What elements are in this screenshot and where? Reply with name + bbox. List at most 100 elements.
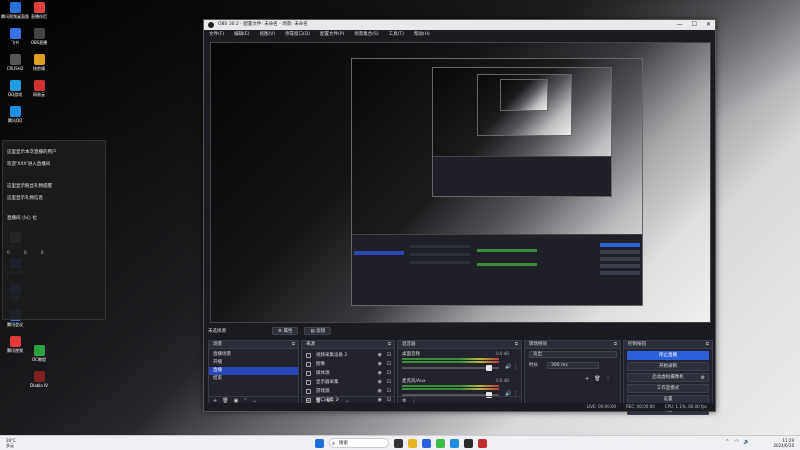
menu-help[interactable]: 帮助(H) [414,30,430,40]
desktop-icon[interactable]: 腾讯QQ [0,106,30,123]
maximize-button[interactable]: ☐ [692,20,697,30]
visibility-icon[interactable]: ◉ [378,360,382,369]
menu-tools[interactable]: 工具(T) [389,30,404,40]
volume-meter [402,358,499,360]
volume-fader[interactable] [402,365,499,371]
visibility-icon[interactable]: ◉ [378,351,382,360]
desktop-icon[interactable]: OC教程 [24,345,54,362]
channel-db: 0.0 dB [496,378,509,383]
preview-canvas[interactable] [210,42,711,323]
cpu-status: CPU: 1.1%, 60.00 fps [664,404,707,409]
properties-button[interactable]: ⚙ 属性 [272,327,299,335]
chevron-up-icon[interactable]: ⌃ [725,439,729,445]
transition-actions: + 🗑 ⋮ [585,376,611,382]
file-explorer-icon[interactable] [408,438,417,448]
dock-menu-icon[interactable]: ⧉ [515,341,518,349]
desktop-icon[interactable]: 直播伴侣 [24,2,54,19]
source-item[interactable]: 图像 ◉ ⊡ [302,360,394,369]
lock-icon[interactable]: ⊡ [387,360,391,369]
fader-knob[interactable] [485,365,492,371]
app-icon [9,2,21,13]
lock-icon[interactable]: ⊡ [387,378,391,387]
dock-menu-icon[interactable]: ⧉ [706,341,709,349]
nested-meter [477,263,537,266]
volume-icon[interactable]: 🔈 [744,439,750,445]
obs-taskbar-icon[interactable] [464,438,473,448]
duration-input[interactable]: 300 ms [547,362,599,369]
scene-item-selected[interactable]: 直播 [209,367,298,375]
dock-menu-icon[interactable]: ⧉ [614,341,617,349]
audio-mixer-dock: 混音器 ⧉ 桌面音频 0.0 dB 🔊 ⋮ 麦克风/Aux 0.0 dB 🔊 ⋮ … [397,340,522,406]
remove-transition-icon[interactable]: 🗑 [594,376,600,382]
chat-line: 这里显示粉丝礼物提醒 [7,184,52,189]
lock-icon[interactable]: ⊡ [387,351,391,360]
add-transition-icon[interactable]: + [585,376,589,382]
gear-icon[interactable]: ⚙ [701,374,705,382]
volume-meter [402,385,499,387]
start-recording-button[interactable]: 开始录制 [627,362,709,371]
menu-edit[interactable]: 编辑(E) [234,30,249,40]
menu-file[interactable]: 文件(F) [209,30,224,40]
mute-icon[interactable]: 🔊 ⋮ [505,364,518,370]
scene-item[interactable]: 结束 [209,375,298,383]
app-icon [33,28,45,39]
filters-button[interactable]: ▤ 滤镜 [304,327,332,335]
desktop-icon[interactable]: 快剪辑 [24,54,54,71]
transition-menu-icon[interactable]: ⋮ [606,376,611,382]
visibility-icon[interactable]: ◉ [378,369,382,378]
desktop-icon-label: 网易云 [33,92,45,97]
source-type-icon [306,389,311,394]
live-status: LIVE: 00:00:00 [586,404,617,409]
source-name: 视频采集设备 2 [316,353,348,358]
nested-scene-selected [354,251,404,255]
chat-line: 欢迎'XXX'进入直播间 [7,162,51,167]
mixer-channel: 桌面音频 0.0 dB 🔊 ⋮ [398,349,521,376]
start-icon[interactable] [315,438,324,448]
scenes-dock-header: 场景 ⧉ [209,341,298,349]
title-bar[interactable]: OBS 30.2 - 配置文件: 未命名 - 场景: 未命名 — ☐ ✕ [204,20,715,30]
search-box[interactable]: 搜索 [329,438,389,448]
edge-icon[interactable] [422,438,431,448]
menu-profile[interactable]: 配置文件(P) [320,30,344,40]
weather-widget[interactable]: 26°C 多云 [6,438,16,448]
clock[interactable]: 11:29 2024/6/26 [773,438,794,448]
no-source-label: 未选择源 [208,329,226,334]
source-item[interactable]: 显示器采集 ◉ ⊡ [302,378,394,387]
wifi-icon[interactable]: ◠ [734,439,738,445]
nested-button [600,250,640,254]
stop-streaming-button[interactable]: 停止直播 [627,351,709,360]
qq-icon[interactable] [450,438,459,448]
app-icon [33,54,45,65]
source-item[interactable]: 媒体源 ◉ ⊡ [302,369,394,378]
scene-item[interactable]: 开播 [209,359,298,367]
menu-scene-collection[interactable]: 场景集合(S) [354,30,378,40]
studio-mode-button[interactable]: 工作室模式 [627,384,709,393]
dock-menu-icon[interactable]: ⧉ [292,341,295,349]
visibility-icon[interactable]: ◉ [378,387,382,396]
desktop-icon[interactable]: Diablo IV [24,371,54,388]
app-icon [9,28,21,39]
menu-view[interactable]: 视图(V) [259,30,275,40]
lock-icon[interactable]: ⊡ [387,387,391,396]
taskbar: 26°C 多云 搜索 ⌃ ◠ 🔈 11:29 2024/6/26 [0,435,800,450]
desktop-icon-label: OC教程 [32,357,46,362]
desktop-icon[interactable]: OBS直播 [24,28,54,45]
minimize-button[interactable]: — [677,20,683,30]
menu-docks[interactable]: 停靠窗口(D) [285,30,310,40]
close-button[interactable]: ✕ [706,20,711,30]
app-icon[interactable] [478,438,487,448]
likes-count: 0 [23,251,27,256]
sources-title: 来源 [306,342,315,347]
scene-item[interactable]: 直播场景 [209,351,298,359]
source-item[interactable]: 视频采集设备 2 ◉ ⊡ [302,351,394,360]
virtual-camera-button[interactable]: 启动虚拟摄像机 ⚙ [627,373,709,382]
nested-obs-capture-3 [477,74,572,136]
transition-select[interactable]: 淡出 [529,351,617,358]
visibility-icon[interactable]: ◉ [378,378,382,387]
lock-icon[interactable]: ⊡ [387,369,391,378]
chrome-icon[interactable] [436,438,445,448]
dock-menu-icon[interactable]: ⧉ [388,341,391,349]
source-item[interactable]: 游戏源 ◉ ⊡ [302,387,394,396]
task-view-icon[interactable] [394,438,403,448]
desktop-icon[interactable]: 网易云 [24,80,54,97]
